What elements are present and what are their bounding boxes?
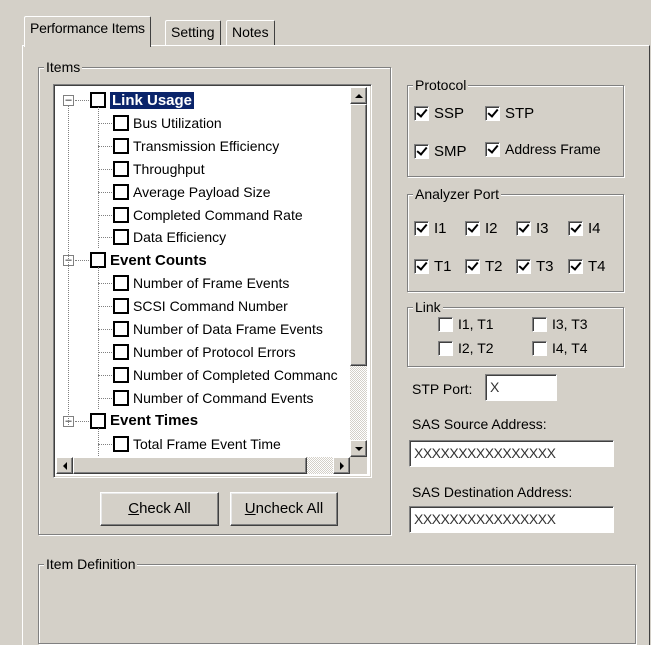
tab-notes[interactable]: Notes (226, 20, 275, 46)
tab-setting[interactable]: Setting (165, 20, 221, 46)
tab-label: Performance Items (30, 20, 145, 36)
tab-label: Notes (232, 24, 269, 40)
tab-performance-items[interactable]: Performance Items (24, 16, 151, 47)
tab-panel (22, 45, 650, 645)
tab-label: Setting (171, 24, 215, 40)
